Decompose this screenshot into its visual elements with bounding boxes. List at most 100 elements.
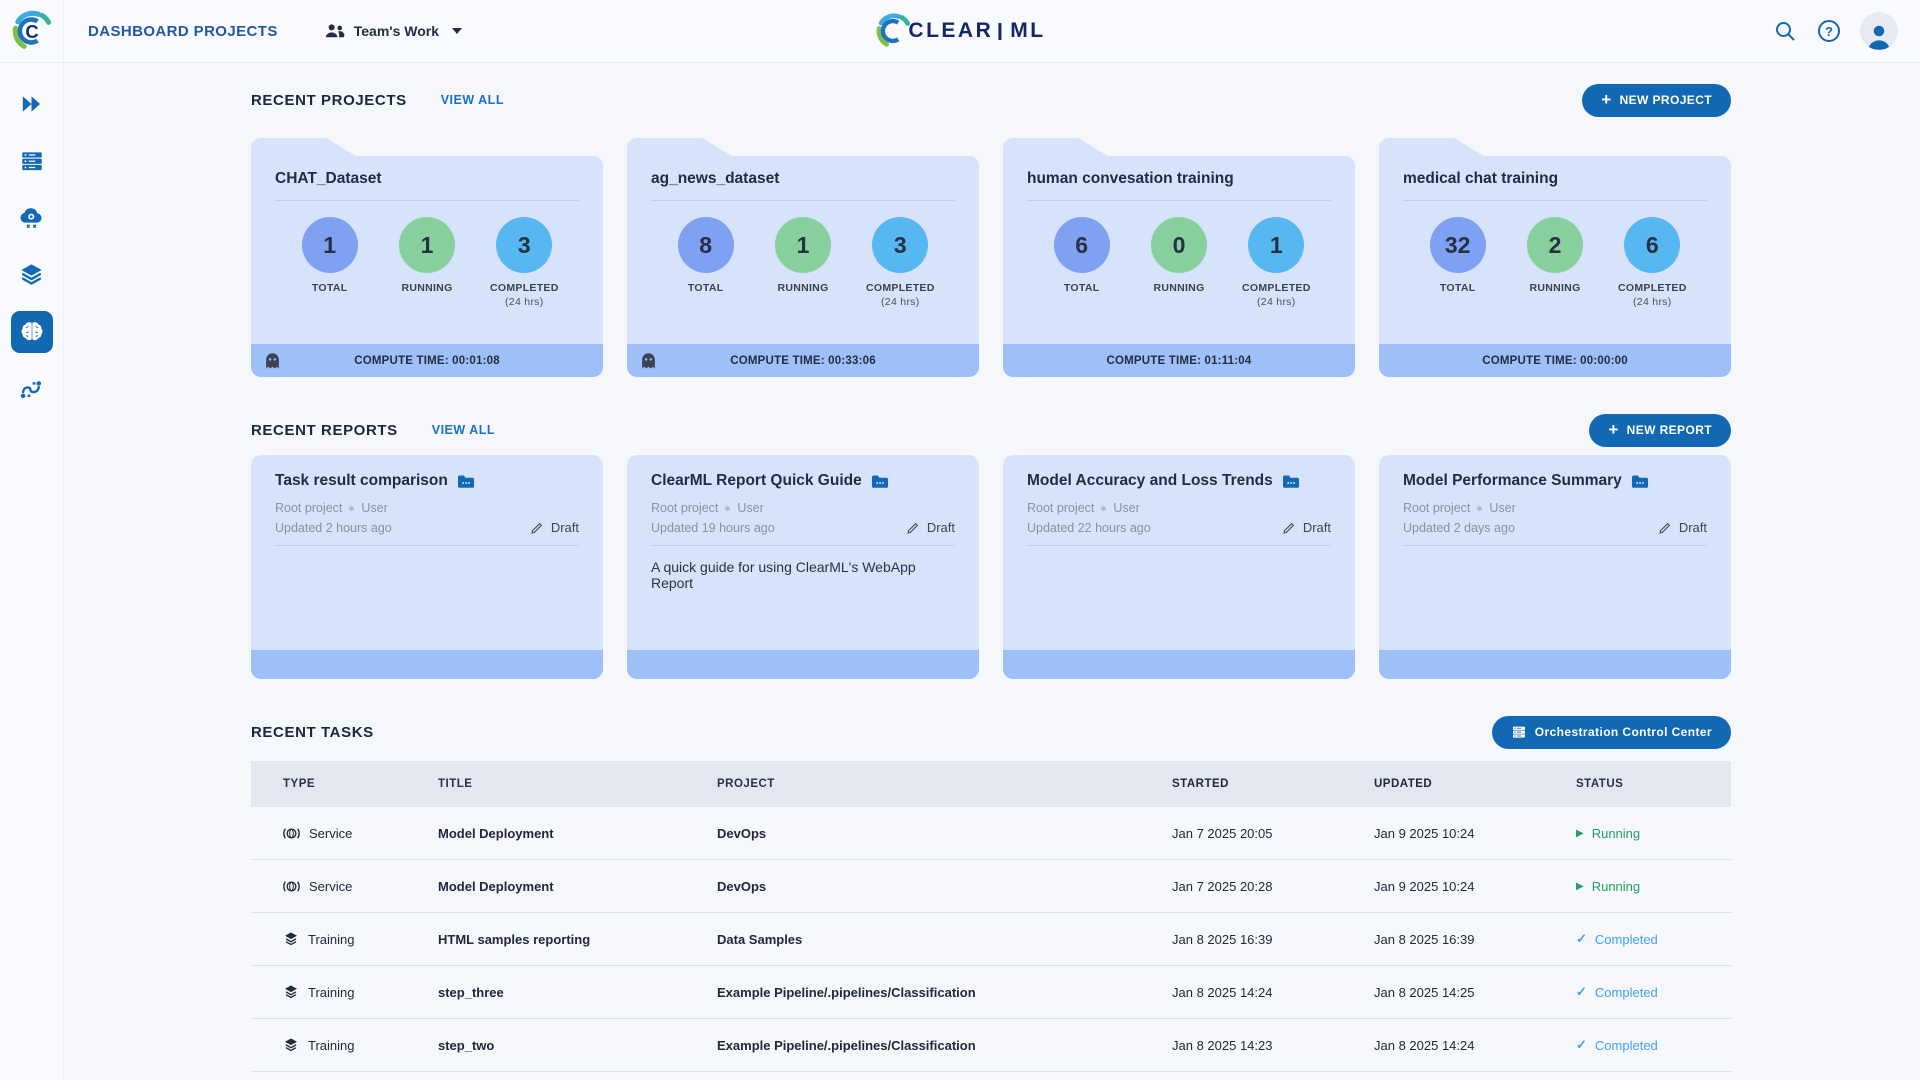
compute-time-footer: COMPUTE TIME: 01:11:04 [1003,344,1355,377]
sidebar-item-expand[interactable] [0,75,64,132]
dot-separator [725,505,731,511]
status-badge: ▶ Running [1576,878,1641,894]
compute-time-text: COMPUTE TIME: 00:01:08 [354,354,500,367]
reports-view-all-link[interactable]: VIEW ALL [432,423,495,437]
plus-icon: + [1601,89,1612,109]
task-type: Training [308,931,355,947]
cloud-gear-icon [20,208,42,229]
orchestration-control-center-button[interactable]: Orchestration Control Center [1491,715,1731,749]
report-card-footer [251,650,603,679]
report-card-footer [627,650,979,679]
report-author: User [1113,501,1140,515]
total-count: 6 [1053,217,1110,273]
sidebar-item-queues[interactable] [0,132,64,189]
sidebar-item-datasets[interactable] [0,246,64,303]
pencil-icon [1659,522,1670,534]
column-header-updated[interactable]: UPDATED [1374,778,1576,790]
total-count: 32 [1429,217,1486,273]
projects-view-all-link[interactable]: VIEW ALL [441,93,504,107]
server-racks-icon [1512,726,1525,738]
server-racks-icon [21,151,42,170]
compute-time-footer: COMPUTE TIME: 00:33:06 [627,344,979,377]
sidebar-item-projects-dashboard[interactable] [0,303,64,360]
task-started: Jan 7 2025 20:05 [1172,825,1273,841]
ghost-icon [265,352,280,369]
topbar-actions: ? [1772,12,1920,50]
pencil-icon [907,522,918,534]
running-label: RUNNING [777,282,829,294]
report-card[interactable]: ClearML Report Quick Guide Root project U… [627,455,979,679]
play-icon: ▶ [1576,880,1584,892]
divider [1403,545,1707,546]
folder-icon [1631,475,1648,488]
svg-text:C: C [25,21,38,42]
column-header-title[interactable]: TITLE [438,778,717,790]
service-globe-icon [283,827,300,839]
table-header-row: TYPE TITLE PROJECT STARTED UPDATED STATU… [251,761,1731,807]
question-icon: ? [1818,20,1840,42]
total-count: 8 [677,217,734,273]
ghost-icon [641,352,656,369]
search-icon [1776,22,1795,41]
task-title: Model Deployment [438,825,554,841]
reports-section-title: RECENT REPORTS [251,421,398,439]
completed-sublabel: (24 hrs) [1257,295,1296,308]
clearml-logo-mark[interactable]: C [0,0,64,62]
table-row[interactable]: Service Model Deployment DevOps Jan 7 20… [251,807,1731,860]
column-header-type[interactable]: TYPE [251,778,438,790]
project-card[interactable]: human convesation training 6 TOTAL 0 RUNNI… [1003,138,1355,377]
status-badge: ▶ Running [1576,825,1641,841]
divider [651,545,955,546]
completed-count: 3 [872,217,929,273]
draft-badge: Draft [530,520,579,535]
project-card[interactable]: CHAT_Dataset 1 TOTAL 1 RUNNING 3 COMPLETED(… [251,138,603,377]
completed-count: 6 [1624,217,1681,273]
occ-label: Orchestration Control Center [1534,725,1712,739]
new-project-button[interactable]: + NEW PROJECT [1582,83,1731,117]
help-button[interactable]: ? [1816,18,1842,44]
project-card[interactable]: medical chat training 32 TOTAL 2 RUNNING 6… [1379,138,1731,377]
report-card[interactable]: Model Performance Summary Root project Us… [1379,455,1731,679]
running-count: 1 [774,217,831,273]
table-row[interactable]: Training step_three Example Pipeline/.pi… [251,966,1731,1019]
task-project: Data Samples [717,931,803,947]
report-card[interactable]: Task result comparison Root project User … [251,455,603,679]
project-name: CHAT_Dataset [275,170,579,201]
search-button[interactable] [1772,18,1798,44]
column-header-status[interactable]: STATUS [1576,778,1731,790]
table-row[interactable]: Training step_two Example Pipeline/.pipe… [251,1019,1731,1072]
task-title: HTML samples reporting [438,931,591,947]
compute-time-text: COMPUTE TIME: 00:00:00 [1482,354,1628,367]
workspace-selector[interactable]: Team's Work [324,23,463,39]
sidebar-item-pipelines[interactable] [0,360,64,417]
user-avatar[interactable] [1860,12,1898,50]
column-header-project[interactable]: PROJECT [717,778,1172,790]
report-title: Model Accuracy and Loss Trends [1027,472,1273,489]
folder-icon [457,475,474,488]
sidebar [0,63,64,1080]
running-label: RUNNING [401,282,453,294]
report-author: User [361,501,388,515]
task-updated: Jan 8 2025 14:25 [1374,984,1475,1000]
completed-label: COMPLETED [866,282,935,294]
person-icon [1868,25,1890,50]
report-project: Root project [1027,501,1095,515]
column-header-started[interactable]: STARTED [1172,778,1374,790]
project-card[interactable]: ag_news_dataset 8 TOTAL 1 RUNNING 3 COMPLET… [627,138,979,377]
logo-text-clear: CLEAR [908,19,994,42]
task-project: DevOps [717,878,767,894]
task-started: Jan 8 2025 16:39 [1172,931,1273,947]
compute-time-text: COMPUTE TIME: 00:33:06 [730,354,876,367]
sidebar-item-workers[interactable] [0,189,64,246]
total-label: TOTAL [1063,282,1100,294]
new-report-button[interactable]: + NEW REPORT [1589,413,1731,447]
pencil-icon [531,522,542,534]
dot-separator [349,505,355,511]
table-row[interactable]: Service Model Deployment DevOps Jan 7 20… [251,860,1731,913]
active-item-highlight [10,310,53,353]
report-card[interactable]: Model Accuracy and Loss Trends Root proj… [1003,455,1355,679]
table-row[interactable]: Training HTML samples reporting Data Sam… [251,913,1731,966]
reports-section-header: RECENT REPORTS VIEW ALL + NEW REPORT [251,413,1731,447]
brain-icon [20,321,43,340]
task-project: Example Pipeline/.pipelines/Classificati… [717,1037,976,1053]
